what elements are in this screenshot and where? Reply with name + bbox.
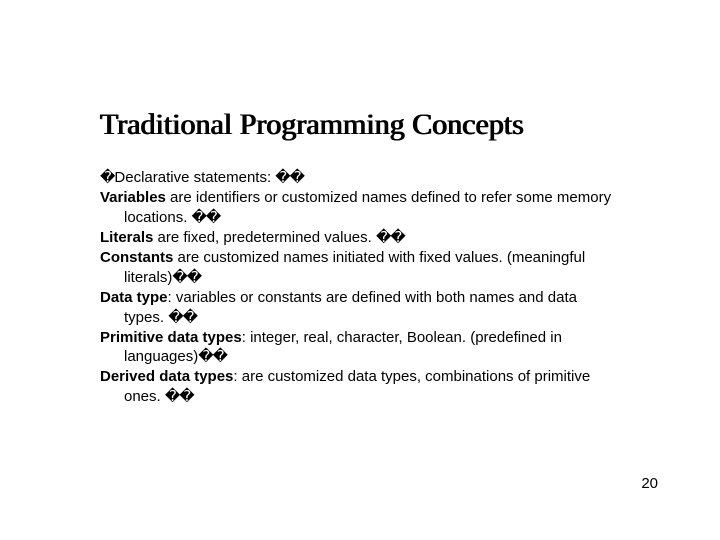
bullet-declarative: �Declarative statements: ��	[100, 168, 620, 188]
bullet-constants: Constants are customized names initiated…	[100, 248, 620, 288]
bullet-literals: Literals are fixed, predetermined values…	[100, 228, 620, 248]
term: Primitive data types	[100, 329, 242, 346]
slide-title: Traditional Programming Concepts	[100, 108, 524, 142]
trail-glyph: ��	[192, 209, 221, 226]
term: Constants	[100, 249, 173, 266]
trail-glyph: ��	[168, 309, 197, 326]
term: Data type	[100, 289, 168, 306]
trail-glyph: ��	[165, 388, 194, 405]
page-number: 20	[641, 475, 658, 492]
term: Literals	[100, 229, 153, 246]
slide-body: �Declarative statements: �� Variables ar…	[100, 168, 620, 407]
trail-glyph: ��	[172, 269, 201, 286]
text: Declarative statements:	[114, 169, 275, 186]
slide: Traditional Programming Concepts �Declar…	[0, 0, 720, 540]
bullet-derived: Derived data types: are customized data …	[100, 367, 620, 407]
bullet-variables: Variables are identifiers or customized …	[100, 188, 620, 228]
term: Variables	[100, 189, 166, 206]
bullet-primitive: Primitive data types: integer, real, cha…	[100, 328, 620, 368]
term: Derived data types	[100, 368, 233, 385]
trail-glyph: ��	[198, 348, 227, 365]
trail-glyph: ��	[275, 169, 304, 186]
text: are fixed, predetermined values.	[153, 229, 376, 246]
trail-glyph: ��	[376, 229, 405, 246]
bullet-data-type: Data type: variables or constants are de…	[100, 288, 620, 328]
bullet-glyph: �	[100, 169, 114, 186]
